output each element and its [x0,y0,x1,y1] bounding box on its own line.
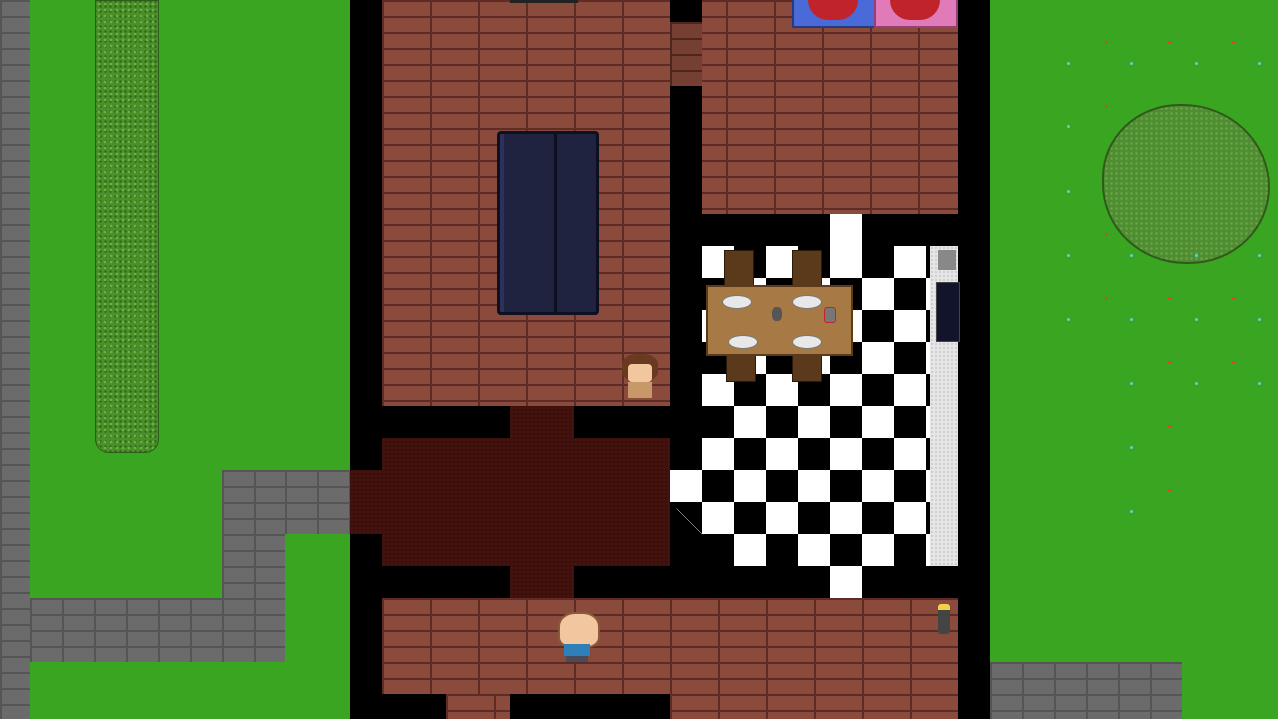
stone-path-right [990,662,1182,719]
flower [1195,318,1198,321]
flower [1195,62,1198,65]
sink[interactable] [938,250,956,270]
flower [1130,254,1133,257]
flower [1168,361,1171,364]
vase-icon [772,307,782,321]
plate [792,295,822,309]
flower [1258,382,1261,385]
brown-haired-npc[interactable] [620,354,660,402]
stone-path-left-edge [0,0,30,719]
grass-right [990,0,1278,719]
hallway-carpet-bottom [510,566,574,598]
bald-player[interactable] [556,612,600,662]
flower [1105,297,1108,300]
stone-path-horizontal [30,598,285,662]
flower [1130,446,1133,449]
plant-icon [938,604,950,634]
flower [1067,62,1070,65]
bush [1102,104,1270,264]
flower [1130,382,1133,385]
bed-left[interactable] [792,0,876,28]
stone-path-to-door [285,470,350,534]
player-body [564,644,590,656]
heart-pillow-icon [808,0,858,20]
cup-icon [824,307,836,323]
flower [1168,297,1171,300]
heart-pillow-icon [890,0,940,20]
flower [1195,382,1198,385]
flower [1130,510,1133,513]
bedroom-floor [702,0,958,214]
kitchen-floor-top [830,214,894,246]
front-door-carpet[interactable] [350,470,382,534]
flower [1067,254,1070,257]
flower [1258,318,1261,321]
lower-hall-floor [382,598,958,694]
stove[interactable] [936,282,960,342]
stone-path-vertical [222,470,285,600]
flower [1105,105,1108,108]
flower [1067,318,1070,321]
chair[interactable] [792,250,822,288]
plate [722,295,752,309]
flower [1232,41,1235,44]
kitchen-floor-extension [670,470,702,534]
npc-body [628,382,652,398]
bed-right[interactable] [874,0,958,28]
lower-doorway-left [446,694,510,719]
hedge [95,0,159,453]
flower [1130,62,1133,65]
flower [1258,62,1261,65]
chair[interactable] [724,250,754,288]
flower [1067,190,1070,193]
tv-stand [510,0,578,3]
hallway-carpet-top [510,406,574,438]
hallway-carpet [382,438,670,566]
flower [1168,489,1171,492]
flower [1195,254,1198,257]
flower [1067,125,1070,128]
flower [1232,297,1235,300]
flower [1168,425,1171,428]
flower [1168,41,1171,44]
player-legs [566,656,588,662]
kitchen-floor-bottom [830,566,894,598]
flower [1105,233,1108,236]
player-head [558,612,600,648]
flower [1105,41,1108,44]
flower [1232,361,1235,364]
npc-face [628,364,652,382]
doorway[interactable] [670,22,702,86]
lower-doorway-right [670,694,958,719]
plate [792,335,822,349]
dining-table[interactable] [706,285,853,356]
sofa-cushion-divider [554,134,557,312]
flower [1130,318,1133,321]
plate [728,335,758,349]
flower [1258,254,1261,257]
sofa[interactable] [497,131,599,315]
